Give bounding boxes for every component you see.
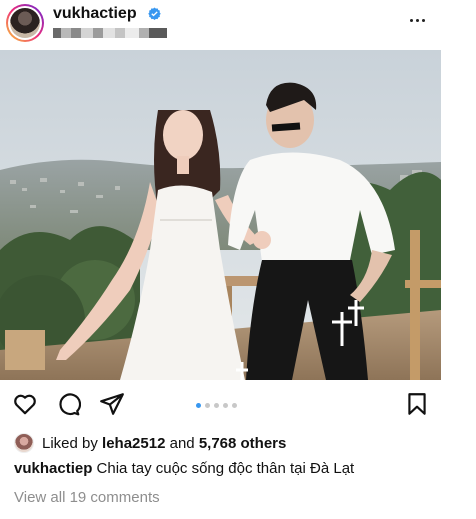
carousel-dot (232, 403, 237, 408)
action-bar (0, 381, 441, 427)
carousel-indicator (196, 403, 237, 408)
verified-badge-icon (148, 7, 161, 20)
avatar-photo (10, 8, 40, 38)
likes-prefix: Liked by (42, 434, 98, 452)
caption-text: Chia tay cuộc sống độc thân tại Đà Lạt (96, 460, 355, 477)
paper-plane-icon[interactable] (99, 391, 125, 417)
blurred-subtitle (53, 28, 167, 38)
likes-count[interactable]: 5,768 others (199, 435, 287, 452)
likes-text: Liked by leha2512 and 5,768 others (42, 435, 286, 452)
likes-joiner: and (169, 434, 195, 452)
post-caption: vukhactiep Chia tay cuộc sống độc thân t… (14, 460, 354, 477)
carousel-dot (223, 403, 228, 408)
post-header: vukhactiep (0, 0, 476, 50)
post-username[interactable]: vukhactiep (53, 5, 137, 23)
profile-avatar[interactable] (6, 4, 44, 42)
carousel-dot (205, 403, 210, 408)
caption-username[interactable]: vukhactiep (14, 460, 92, 477)
liker-avatar (14, 433, 34, 453)
couple-photo (0, 50, 441, 380)
heart-icon[interactable] (12, 391, 38, 417)
post-photo[interactable] (0, 50, 441, 380)
likes-user[interactable]: leha2512 (102, 435, 165, 452)
carousel-dot (214, 403, 219, 408)
comment-bubble-icon[interactable] (55, 391, 81, 417)
likes-row[interactable]: Liked by leha2512 and 5,768 others (14, 431, 286, 455)
carousel-dot-active (196, 403, 201, 408)
more-options-icon[interactable] (405, 10, 429, 30)
bookmark-icon[interactable] (404, 391, 430, 417)
view-comments-link[interactable]: View all 19 comments (14, 489, 160, 506)
